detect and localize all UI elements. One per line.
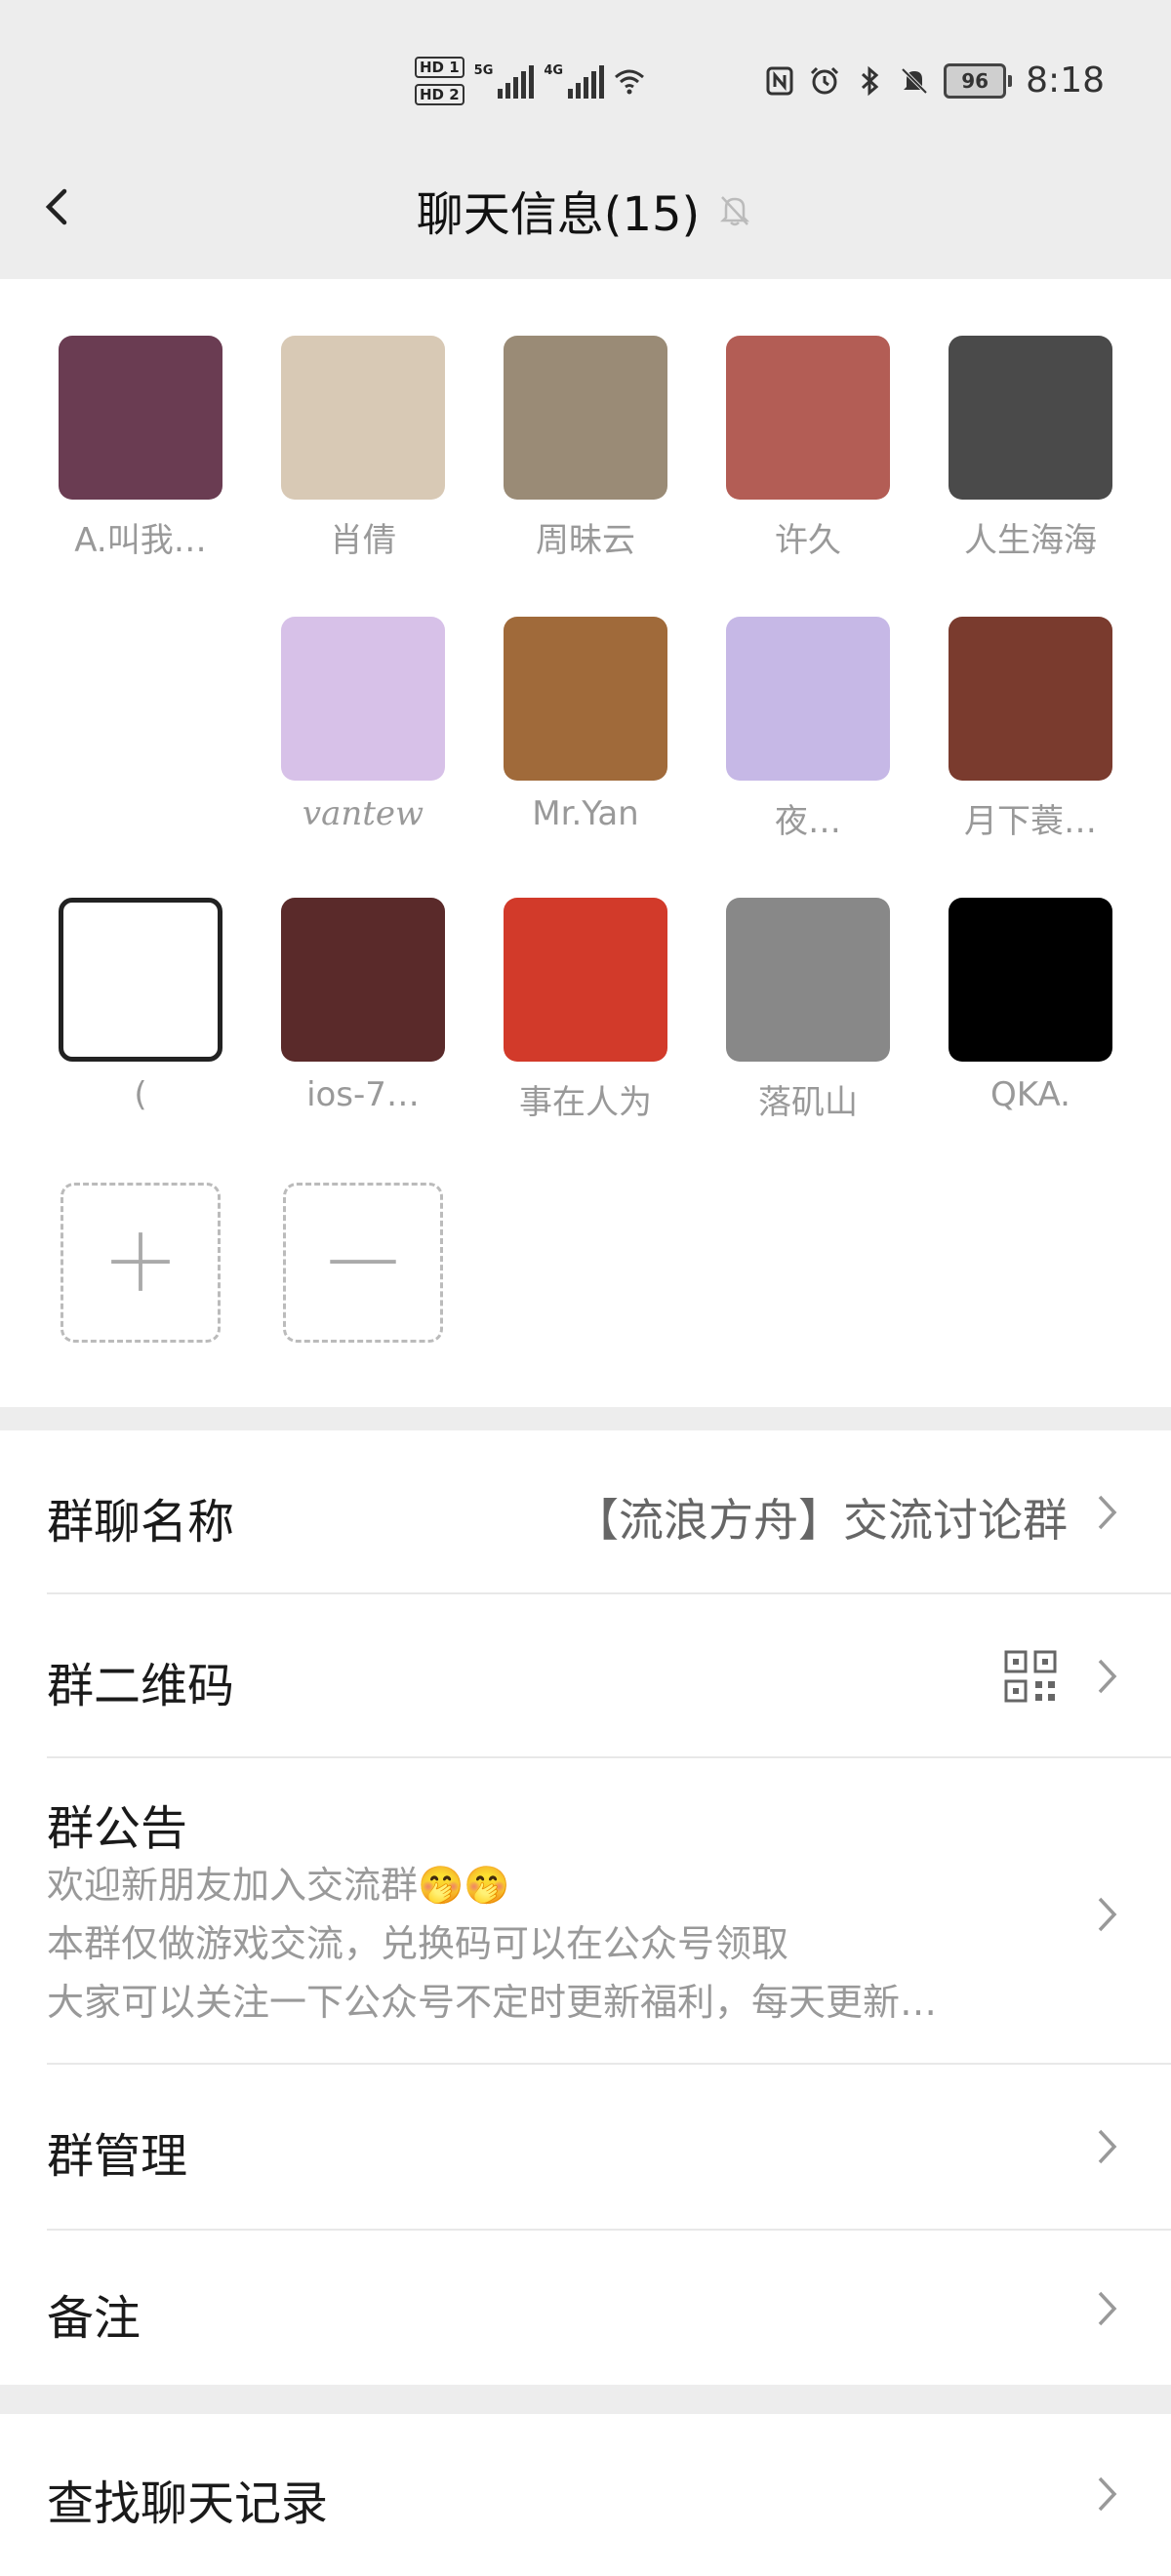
avatar (949, 898, 1112, 1062)
member-item[interactable]: 许久 (710, 336, 906, 561)
member-item[interactable]: ios-7… (265, 898, 461, 1114)
avatar (949, 336, 1112, 500)
member-name: 许久 (775, 521, 841, 560)
member-item[interactable]: vantew (265, 617, 461, 833)
network-status: HD 1 HD 2 5G 4G (415, 57, 645, 105)
chevron-right-icon (1098, 1897, 1117, 1932)
alarm-icon (811, 66, 839, 94)
qr-code-icon (1004, 1650, 1057, 1703)
group-manage-row[interactable]: 群管理 (0, 2065, 1171, 2229)
wifi-icon (615, 69, 645, 95)
member-grid: A.叫我… 肖倩 周昧云 许久 人生海海 vantew Mr.Yan 夜… 月下… (0, 279, 1171, 1407)
avatar (504, 336, 667, 500)
member-name: A.叫我… (74, 521, 207, 560)
avatar (504, 617, 667, 781)
page-title: 聊天信息(15) (416, 187, 701, 242)
signal-icon: 5G (474, 63, 535, 99)
notice-line: 大家可以关注一下公众号不定时更新福利，每天更新… (47, 1981, 938, 2024)
status-bar: HD 1 HD 2 5G 4G 96 8:18 (0, 0, 1171, 166)
member-name: 人生海海 (964, 521, 1097, 560)
system-status: 96 8:18 (764, 60, 1105, 101)
nav-title-bar: 聊天信息(15) (0, 176, 1171, 244)
add-member-button[interactable] (43, 1183, 238, 1343)
member-name: 肖倩 (330, 521, 396, 560)
member-name: QKA. (990, 1075, 1070, 1114)
bell-off-icon (901, 67, 928, 94)
group-name-row[interactable]: 群聊名称 【流浪方舟】交流讨论群 (0, 1430, 1171, 1594)
search-chat-history-row[interactable]: 查找聊天记录 (0, 2414, 1171, 2576)
chevron-right-icon (1098, 2291, 1117, 2326)
group-manage-label: 群管理 (47, 2129, 188, 2184)
qr-code-label: 群二维码 (47, 1659, 235, 1713)
bell-off-icon (720, 196, 750, 226)
bluetooth-icon (862, 65, 879, 96)
member-item[interactable]: 夜… (710, 617, 906, 842)
group-notice-row[interactable]: 群公告 欢迎新朋友加入交流群🤭🤭 本群仅做游戏交流，兑换码可以在公众号领取 大家… (0, 1758, 1171, 2067)
avatar (726, 336, 890, 500)
member-item[interactable]: ( (43, 898, 238, 1114)
member-item[interactable]: 月下蓑… (933, 617, 1128, 842)
remark-label: 备注 (47, 2291, 141, 2346)
hd-badge: HD 2 (415, 84, 464, 105)
chevron-right-icon (1098, 1659, 1117, 1694)
remark-row[interactable]: 备注 (0, 2231, 1171, 2385)
chevron-right-icon (1098, 2129, 1117, 2164)
group-settings-list: 群聊名称 【流浪方舟】交流讨论群 群二维码 群公告 欢迎新朋友加入交流群🤭🤭 本… (0, 1430, 1171, 2385)
member-item[interactable]: A.叫我… (43, 336, 238, 561)
member-item[interactable]: 落矶山 (710, 898, 906, 1123)
group-notice-label: 群公告 (47, 1801, 188, 1856)
member-name: Mr.Yan (532, 794, 639, 833)
member-item[interactable]: 事在人为 (488, 898, 683, 1123)
member-name: 周昧云 (536, 521, 635, 560)
member-name: 月下蓑… (964, 802, 1097, 841)
battery-icon: 96 (944, 62, 1013, 99)
avatar (504, 898, 667, 1062)
plus-icon (111, 1232, 170, 1291)
avatar (281, 617, 445, 781)
member-name: ios-7… (306, 1075, 420, 1114)
member-item[interactable]: 周昧云 (488, 336, 683, 561)
avatar (726, 617, 890, 781)
avatar (281, 898, 445, 1062)
member-item[interactable]: 肖倩 (265, 336, 461, 561)
notice-line: 本群仅做游戏交流，兑换码可以在公众号领取 (47, 1922, 789, 1965)
remove-member-button[interactable] (265, 1183, 461, 1343)
chevron-right-icon (1098, 2476, 1117, 2512)
group-name-label: 群聊名称 (47, 1495, 235, 1550)
minus-icon (330, 1260, 396, 1264)
member-item[interactable]: 人生海海 (933, 336, 1128, 561)
qr-code-row[interactable]: 群二维码 (0, 1594, 1171, 1758)
group-name-value: 【流浪方舟】交流讨论群 (574, 1494, 1068, 1547)
clock: 8:18 (1026, 60, 1105, 101)
avatar (281, 336, 445, 500)
avatar (59, 898, 222, 1062)
member-name: 夜… (775, 802, 841, 841)
chevron-right-icon (1098, 1495, 1117, 1530)
nfc-icon (766, 66, 793, 95)
member-name: vantew (302, 794, 424, 833)
member-name: ( (134, 1075, 147, 1114)
avatar (949, 617, 1112, 781)
member-item[interactable]: QKA. (933, 898, 1128, 1114)
avatar (59, 336, 222, 500)
chat-tools-list: 查找聊天记录 (0, 2414, 1171, 2576)
member-item[interactable]: Mr.Yan (488, 617, 683, 833)
member-name: 落矶山 (758, 1083, 858, 1122)
avatar (726, 898, 890, 1062)
member-name: 事在人为 (519, 1083, 652, 1122)
group-notice-content: 欢迎新朋友加入交流群🤭🤭 本群仅做游戏交流，兑换码可以在公众号领取 大家可以关注… (47, 1856, 937, 2032)
notice-line: 欢迎新朋友加入交流群🤭🤭 (47, 1864, 510, 1907)
signal-icon: 4G (544, 63, 605, 99)
search-chat-history-label: 查找聊天记录 (47, 2476, 329, 2531)
hd-badge: HD 1 (415, 57, 464, 78)
